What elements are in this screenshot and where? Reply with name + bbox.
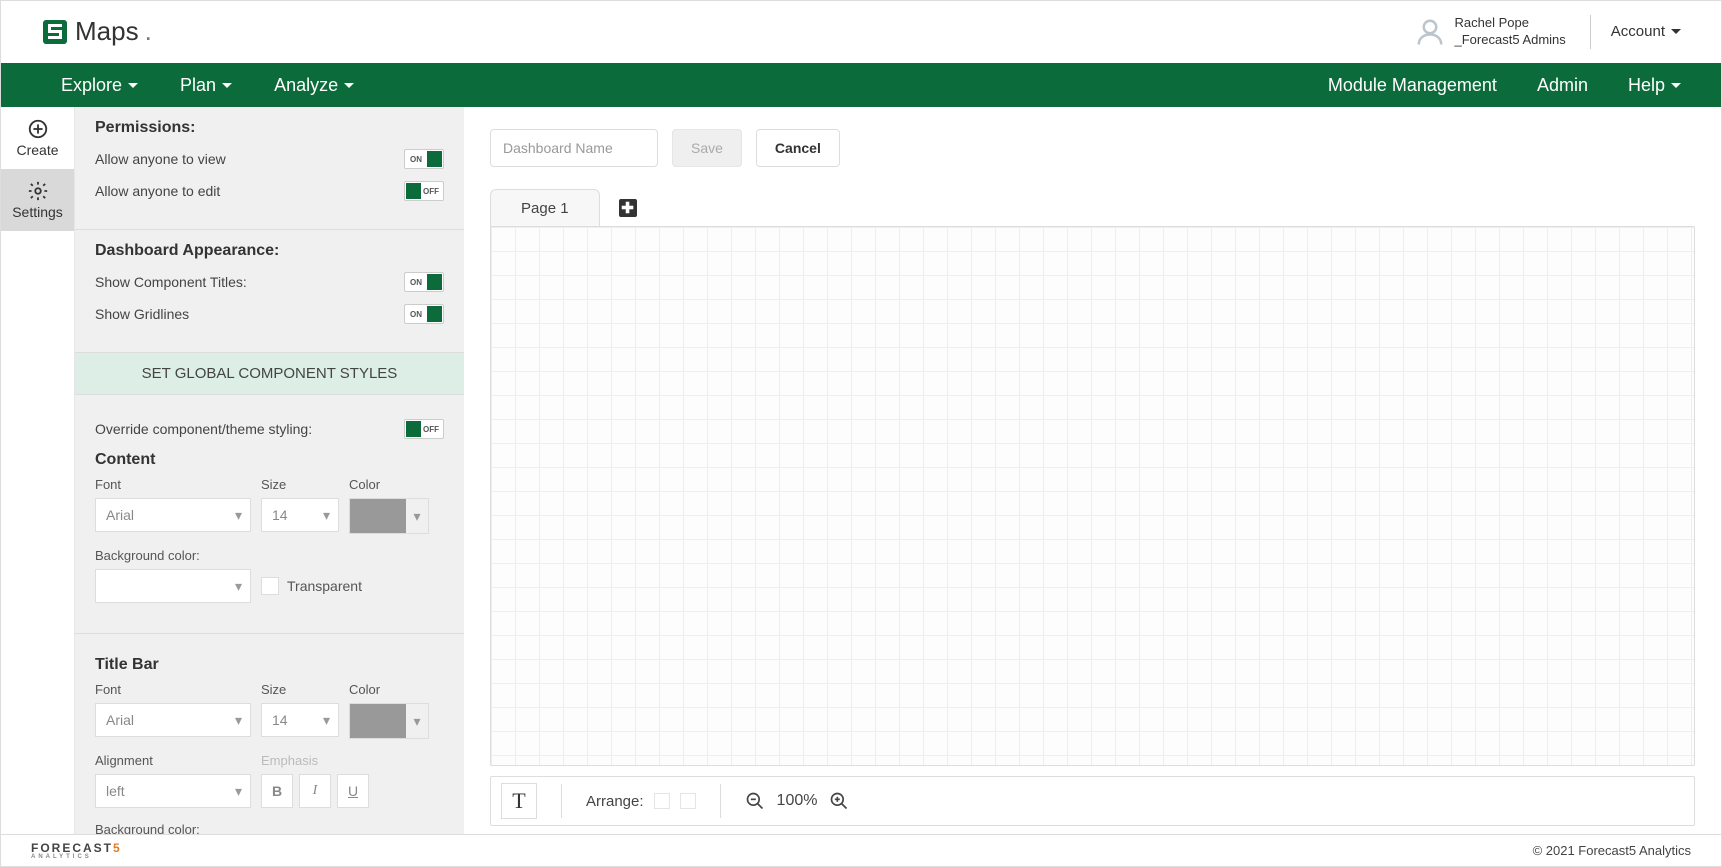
arrange-label: Arrange: — [586, 793, 644, 810]
tab-page-1[interactable]: Page 1 — [490, 189, 600, 227]
size-label: Size — [261, 477, 339, 492]
chevron-down-icon: ▾ — [235, 578, 242, 595]
chevron-down-icon: ▾ — [406, 508, 428, 525]
underline-button[interactable]: U — [337, 774, 369, 808]
content-bgcolor-select[interactable]: ▾ — [95, 569, 251, 603]
canvas-area: Dashboard Name Save Cancel Page 1 ✚ T Ar… — [464, 107, 1721, 836]
allow-view-toggle[interactable] — [404, 149, 444, 169]
caret-down-icon — [1671, 29, 1681, 34]
sidebar-scroll[interactable]: Permissions: Allow anyone to view Allow … — [75, 107, 464, 836]
toolbar-divider — [720, 784, 721, 818]
gear-icon — [27, 180, 49, 202]
titlebar-size-select[interactable]: 14▾ — [261, 703, 339, 737]
caret-down-icon — [344, 83, 354, 88]
chevron-down-icon: ▾ — [235, 712, 242, 729]
zoom-out-button[interactable] — [745, 791, 765, 811]
nav-help[interactable]: Help — [1628, 75, 1681, 96]
allow-edit-label: Allow anyone to edit — [95, 183, 220, 199]
font-label: Font — [95, 477, 251, 492]
brand-text: Maps — [75, 16, 139, 47]
header-divider — [1590, 15, 1591, 49]
show-gridlines-label: Show Gridlines — [95, 306, 189, 322]
footer-copyright: © 2021 Forecast5 Analytics — [1533, 843, 1691, 858]
cancel-button[interactable]: Cancel — [756, 129, 840, 167]
left-rail: Create Settings — [1, 107, 75, 836]
caret-down-icon — [222, 83, 232, 88]
size-label: Size — [261, 682, 339, 697]
font-label: Font — [95, 682, 251, 697]
dashboard-grid-canvas[interactable] — [490, 226, 1695, 766]
content-size-select[interactable]: 14▾ — [261, 498, 339, 532]
rail-settings[interactable]: Settings — [1, 169, 74, 231]
color-label: Color — [349, 682, 429, 697]
show-titles-toggle[interactable] — [404, 272, 444, 292]
footer-logo: FORECAST5 ANALYTICS — [31, 842, 122, 860]
plus-circle-icon — [27, 118, 49, 140]
dashboard-name-input[interactable]: Dashboard Name — [490, 129, 658, 167]
user-name: Rachel Pope — [1455, 15, 1566, 32]
show-titles-label: Show Component Titles: — [95, 274, 247, 290]
caret-down-icon — [1671, 83, 1681, 88]
override-label: Override component/theme styling: — [95, 421, 312, 437]
rail-create[interactable]: Create — [1, 107, 74, 169]
nav-explore[interactable]: Explore — [61, 75, 138, 96]
permissions-heading: Permissions: — [95, 119, 444, 137]
emphasis-label: Emphasis — [261, 753, 369, 768]
save-button[interactable]: Save — [672, 129, 742, 167]
brand-suffix: . — [145, 16, 152, 47]
user-group: _Forecast5 Admins — [1455, 32, 1566, 49]
italic-button[interactable]: I — [299, 774, 331, 808]
show-gridlines-toggle[interactable] — [404, 304, 444, 324]
chevron-down-icon: ▾ — [235, 507, 242, 524]
account-menu[interactable]: Account — [1611, 23, 1681, 40]
plus-icon: ✚ — [619, 199, 637, 217]
chevron-down-icon: ▾ — [323, 507, 330, 524]
alignment-select[interactable]: left▾ — [95, 774, 251, 808]
zoom-value: 100% — [777, 792, 818, 810]
chevron-down-icon: ▾ — [235, 783, 242, 800]
nav-module-management[interactable]: Module Management — [1328, 75, 1497, 96]
user-icon — [1415, 17, 1445, 47]
app-header: Maps. Rachel Pope _Forecast5 Admins Acco… — [1, 1, 1721, 63]
settings-sidebar: Permissions: Allow anyone to view Allow … — [75, 107, 464, 836]
brand-mark-icon — [41, 18, 69, 46]
bg-color-label: Background color: — [95, 548, 444, 563]
global-styles-banner: SET GLOBAL COMPONENT STYLES — [75, 353, 464, 395]
alignment-label: Alignment — [95, 753, 251, 768]
titlebar-heading: Title Bar — [95, 656, 444, 674]
content-transparent-checkbox[interactable]: Transparent — [261, 577, 362, 595]
bring-forward-icon[interactable] — [654, 793, 670, 809]
user-block: Rachel Pope _Forecast5 Admins — [1415, 15, 1566, 49]
nav-analyze[interactable]: Analyze — [274, 75, 354, 96]
send-backward-icon[interactable] — [680, 793, 696, 809]
content-heading: Content — [95, 451, 444, 469]
color-swatch — [350, 704, 406, 738]
allow-edit-toggle[interactable] — [404, 181, 444, 201]
content-color-select[interactable]: ▾ — [349, 498, 429, 534]
caret-down-icon — [128, 83, 138, 88]
chevron-down-icon: ▾ — [406, 713, 428, 730]
titlebar-color-select[interactable]: ▾ — [349, 703, 429, 739]
color-swatch — [350, 499, 406, 533]
allow-view-label: Allow anyone to view — [95, 151, 226, 167]
brand-logo: Maps. — [41, 16, 152, 47]
nav-plan[interactable]: Plan — [180, 75, 232, 96]
titlebar-font-select[interactable]: Arial▾ — [95, 703, 251, 737]
nav-admin[interactable]: Admin — [1537, 75, 1588, 96]
bold-button[interactable]: B — [261, 774, 293, 808]
content-font-select[interactable]: Arial▾ — [95, 498, 251, 532]
main-navbar: Explore Plan Analyze Module Management A… — [1, 63, 1721, 107]
zoom-in-button[interactable] — [829, 791, 849, 811]
toolbar-divider — [561, 784, 562, 818]
canvas-toolbar: T Arrange: 100% — [490, 776, 1695, 826]
chevron-down-icon: ▾ — [323, 712, 330, 729]
color-label: Color — [349, 477, 429, 492]
text-tool-button[interactable]: T — [501, 783, 537, 819]
override-toggle[interactable] — [404, 419, 444, 439]
appearance-heading: Dashboard Appearance: — [95, 242, 444, 260]
app-footer: FORECAST5 ANALYTICS © 2021 Forecast5 Ana… — [1, 834, 1721, 866]
add-page-button[interactable]: ✚ — [610, 189, 646, 227]
